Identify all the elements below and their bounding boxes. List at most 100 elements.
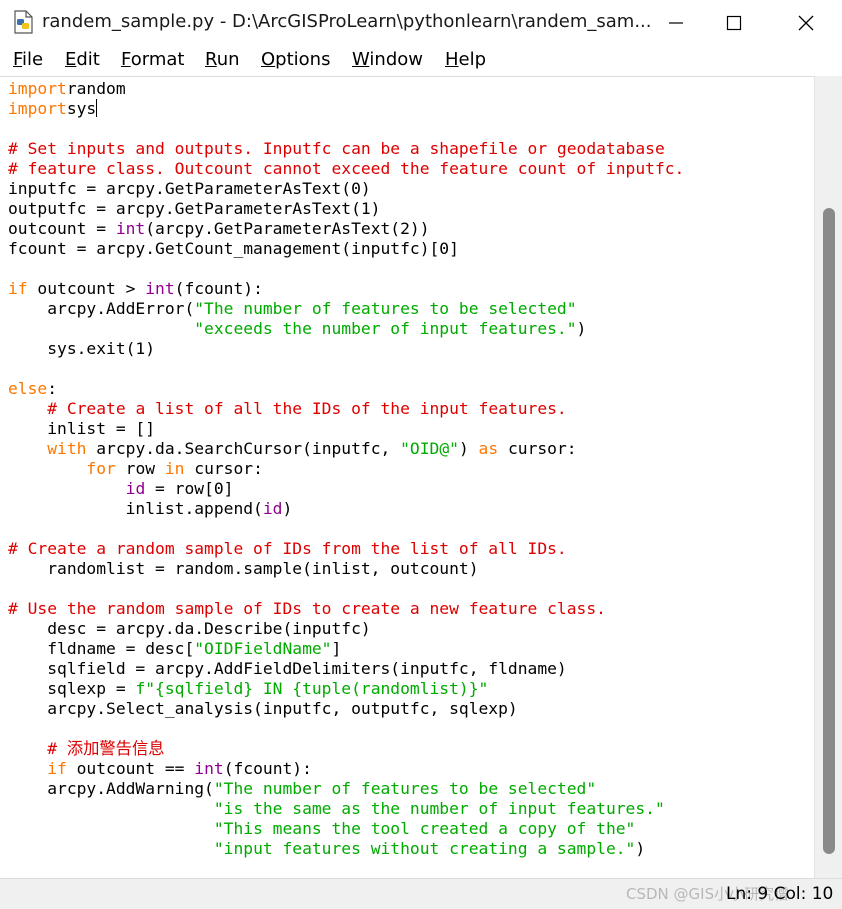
code-token: arcpy.da.SearchCursor(inputfc, <box>86 439 401 458</box>
code-token: # Set inputs and outputs. Inputfc can be… <box>8 139 665 158</box>
code-token: sqlexp = <box>8 679 136 698</box>
code-line[interactable]: else: <box>8 379 684 399</box>
code-line[interactable] <box>8 519 684 539</box>
code-text[interactable]: importrandom importsys # Set inputs and o… <box>8 79 684 859</box>
code-line[interactable]: "exceeds the number of input features.") <box>8 319 684 339</box>
menu-window[interactable]: Window <box>352 49 423 70</box>
code-line[interactable] <box>8 259 684 279</box>
code-line[interactable]: inlist = [] <box>8 419 684 439</box>
menu-options[interactable]: Options <box>261 49 330 70</box>
code-line[interactable]: importrandom <box>8 79 684 99</box>
close-button[interactable] <box>786 6 826 40</box>
code-token: fldname = desc[ <box>8 639 195 658</box>
menu-format[interactable]: Format <box>121 49 184 70</box>
code-line[interactable]: sqlfield = arcpy.AddFieldDelimiters(inpu… <box>8 659 684 679</box>
code-token: inputfc = arcpy.GetParameterAsText(0) <box>8 179 371 198</box>
code-line[interactable]: sqlexp = f"{sqlfield} IN {tuple(randomli… <box>8 679 684 699</box>
minimize-button[interactable] <box>656 6 696 40</box>
code-token: sys.exit(1) <box>8 339 156 358</box>
code-token: with <box>47 439 87 458</box>
code-editor[interactable]: importrandom importsys # Set inputs and o… <box>0 76 814 879</box>
code-line[interactable]: inlist.append(id) <box>8 499 684 519</box>
code-token: # Create a list of all the IDs of the in… <box>47 399 567 418</box>
maximize-button[interactable] <box>714 6 754 40</box>
code-line[interactable] <box>8 119 684 139</box>
title-bar[interactable]: randem_sample.py - D:\ArcGISProLearn\pyt… <box>0 0 842 44</box>
code-line[interactable]: # 添加警告信息 <box>8 739 684 759</box>
code-line[interactable]: # Use the random sample of IDs to create… <box>8 599 684 619</box>
menu-bar: File Edit Format Run Options Window Help <box>0 44 842 76</box>
menu-options-rest: ptions <box>275 49 331 70</box>
menu-file[interactable]: File <box>13 49 43 70</box>
code-token: outcount == <box>66 759 195 778</box>
code-token: ] <box>331 639 342 658</box>
code-line[interactable]: "is the same as the number of input feat… <box>8 799 684 819</box>
code-token: "input features without creating a sampl… <box>213 839 636 858</box>
code-line[interactable]: # Create a list of all the IDs of the in… <box>8 399 684 419</box>
menu-run[interactable]: Run <box>205 49 240 70</box>
code-line[interactable]: inputfc = arcpy.GetParameterAsText(0) <box>8 179 684 199</box>
scrollbar-thumb[interactable] <box>823 208 835 854</box>
code-token: if <box>8 279 28 298</box>
code-token: "is the same as the number of input feat… <box>213 799 665 818</box>
code-line[interactable]: fcount = arcpy.GetCount_management(input… <box>8 239 684 259</box>
code-line[interactable] <box>8 359 684 379</box>
code-token: import <box>8 79 67 98</box>
code-token: "OID@" <box>400 439 459 458</box>
code-token: "exceeds the number of input features." <box>194 319 577 338</box>
code-line[interactable]: outcount = int(arcpy.GetParameterAsText(… <box>8 219 684 239</box>
code-token: (arcpy.GetParameterAsText(2)) <box>145 219 430 238</box>
code-line[interactable]: "input features without creating a sampl… <box>8 839 684 859</box>
code-line[interactable]: if outcount > int(fcount): <box>8 279 684 299</box>
code-token: ) <box>576 319 587 338</box>
code-line[interactable]: outputfc = arcpy.GetParameterAsText(1) <box>8 199 684 219</box>
code-token: ) <box>635 839 646 858</box>
code-line[interactable]: desc = arcpy.da.Describe(inputfc) <box>8 619 684 639</box>
code-token: # 添加警告信息 <box>47 739 165 758</box>
code-token: int <box>115 219 146 238</box>
python-file-icon <box>14 10 33 34</box>
code-token: arcpy.Select_analysis(inputfc, outputfc,… <box>8 699 518 718</box>
code-line[interactable]: # feature class. Outcount cannot exceed … <box>8 159 684 179</box>
menu-help-rest: elp <box>458 49 487 70</box>
code-line[interactable]: # Set inputs and outputs. Inputfc can be… <box>8 139 684 159</box>
code-token: sys <box>66 99 97 118</box>
code-token: inlist.append( <box>8 499 263 518</box>
code-line[interactable]: sys.exit(1) <box>8 339 684 359</box>
code-line[interactable]: arcpy.AddWarning("The number of features… <box>8 779 684 799</box>
code-line[interactable]: arcpy.Select_analysis(inputfc, outputfc,… <box>8 699 684 719</box>
code-line[interactable] <box>8 579 684 599</box>
code-line[interactable]: with arcpy.da.SearchCursor(inputfc, "OID… <box>8 439 684 459</box>
text-caret <box>96 99 98 117</box>
window-title: randem_sample.py - D:\ArcGISProLearn\pyt… <box>42 11 652 32</box>
code-line[interactable]: # Create a random sample of IDs from the… <box>8 539 684 559</box>
code-token: "The number of features to be selected" <box>194 299 577 318</box>
code-line[interactable]: randomlist = random.sample(inlist, outco… <box>8 559 684 579</box>
code-line[interactable]: for row in cursor: <box>8 459 684 479</box>
menu-edit[interactable]: Edit <box>65 49 100 70</box>
code-token: import <box>8 99 67 118</box>
code-line[interactable]: fldname = desc["OIDFieldName"] <box>8 639 684 659</box>
code-line[interactable]: importsys <box>8 99 684 119</box>
code-token: desc = arcpy.da.Describe(inputfc) <box>8 619 371 638</box>
code-line[interactable] <box>8 719 684 739</box>
menu-help[interactable]: Help <box>445 49 486 70</box>
code-token: (fcount): <box>223 759 312 778</box>
code-token: ) <box>282 499 293 518</box>
code-line[interactable]: id = row[0] <box>8 479 684 499</box>
code-token: random <box>66 79 126 98</box>
code-line[interactable]: if outcount == int(fcount): <box>8 759 684 779</box>
code-token: # feature class. Outcount cannot exceed … <box>8 159 685 178</box>
vertical-scrollbar[interactable] <box>814 76 842 878</box>
status-bar: CSDN @GIS小小研究僧 Ln: 9 Col: 10 <box>0 878 842 909</box>
code-token: int <box>194 759 224 778</box>
code-line[interactable]: "This means the tool created a copy of t… <box>8 819 684 839</box>
code-line[interactable]: arcpy.AddError("The number of features t… <box>8 299 684 319</box>
